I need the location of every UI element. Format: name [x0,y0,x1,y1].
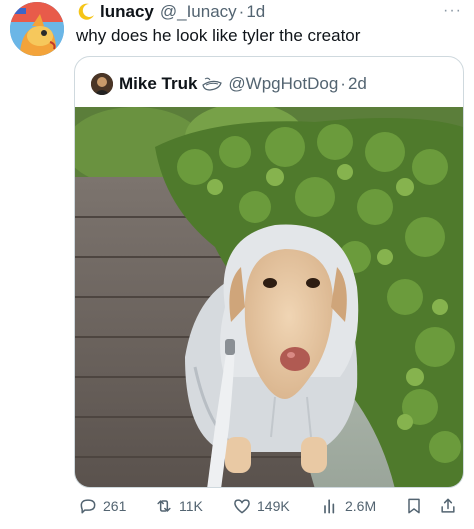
share-icon [441,498,455,513]
bookmark-icon [408,498,420,514]
quoted-separator: · [340,74,346,93]
crescent-moon-icon [78,3,94,20]
retweet-count: 11K [179,498,203,514]
tweet-action-bar: 261 11K 149K 2.6M [74,494,474,518]
reply-count: 261 [103,498,127,514]
share-button[interactable] [438,494,463,518]
author-avatar-image [10,2,64,56]
tweet-header: lunacy @_Iunacy · 1d [76,0,265,24]
retweet-icon [157,500,171,512]
header-separator: · [238,2,245,21]
author-avatar[interactable] [10,2,64,56]
tweet-timestamp[interactable]: 1d [246,2,265,22]
like-count: 149K [257,498,290,514]
quoted-media-photo[interactable] [75,107,463,487]
author-handle[interactable]: @_Iunacy [160,2,237,22]
quoted-tweet-header: Mike Truk @WpgHotDog · 2d [91,72,367,96]
quoted-timestamp[interactable]: 2d [348,74,367,94]
dog-in-raincoat-photo [75,107,463,487]
quoted-tweet-card[interactable]: Mike Truk @WpgHotDog · 2d [74,56,464,488]
views-count: 2.6M [345,498,377,514]
bookmark-button[interactable] [404,494,429,518]
quoted-author-avatar[interactable] [91,73,113,95]
quoted-handle[interactable]: @WpgHotDog [228,74,338,94]
like-button[interactable]: 149K [232,494,290,518]
reply-button[interactable]: 261 [78,494,126,518]
more-horizontal-icon[interactable]: ··· [443,2,462,20]
author-display-name[interactable]: lunacy [100,2,154,22]
retweet-button[interactable]: 11K [154,494,203,518]
heart-icon [234,499,250,514]
views-button[interactable]: 2.6M [320,494,376,518]
tweet-text: why does he look like tyler the creator [76,26,361,45]
quoted-avatar-image [91,73,113,95]
quoted-display-name[interactable]: Mike Truk [119,74,197,94]
hotdog-sketch-icon [202,77,223,91]
reply-icon [80,499,96,514]
views-bar-chart-icon [324,499,335,514]
